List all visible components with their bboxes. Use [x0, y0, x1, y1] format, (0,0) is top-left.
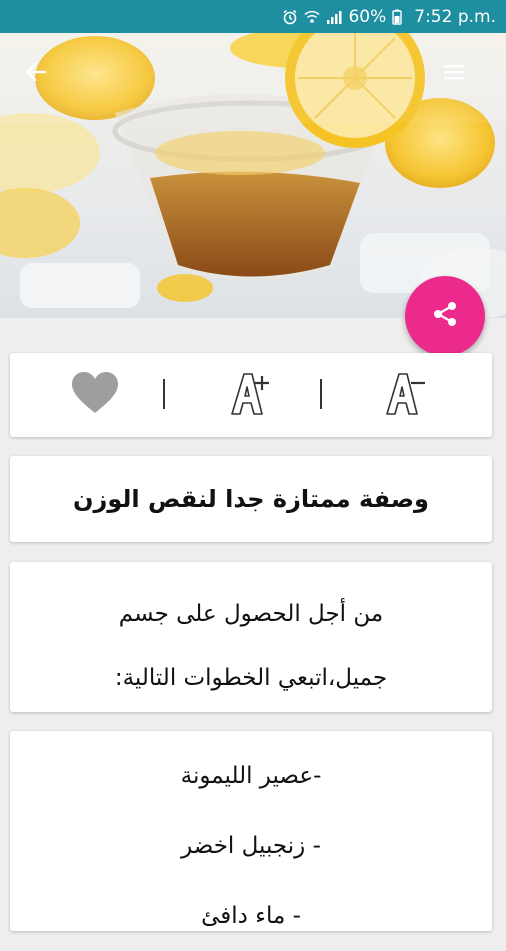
font-increase-button[interactable]: [215, 353, 285, 437]
font-decrease-button[interactable]: [370, 353, 440, 437]
share-icon: [430, 299, 460, 333]
arrow-left-icon: [23, 59, 49, 89]
intro-text-line: جميل،اتبعي الخطوات التالية:: [114, 665, 388, 691]
intro-text-line: من أجل الحصول على جسم: [118, 601, 384, 627]
status-time: 7:52 p.m.: [414, 6, 496, 27]
alarm-icon: [282, 9, 298, 25]
actions-card: [10, 353, 492, 437]
intro-card: من أجل الحصول على جسم جميل،اتبعي الخطوات…: [10, 562, 492, 712]
favorite-button[interactable]: [60, 353, 130, 437]
status-bar: 60% 7:52 p.m.: [0, 0, 506, 33]
heart-icon: [70, 371, 120, 419]
hamburger-menu-icon: [444, 63, 464, 85]
menu-button[interactable]: [438, 58, 470, 90]
signal-icon: [326, 9, 342, 25]
battery-percent: 60%: [348, 6, 387, 27]
title-card: وصفة ممتازة جدا لنقص الوزن: [10, 456, 492, 542]
list-item: -عصير الليمونة: [180, 763, 322, 789]
toolbar-divider: [163, 379, 165, 409]
toolbar-divider: [320, 379, 322, 409]
list-item: - ماء دافئ: [201, 903, 301, 929]
hero-image: [0, 33, 506, 318]
battery-icon: [392, 9, 408, 25]
list-item: - زنجبيل اخضر: [181, 833, 321, 859]
ingredients-card: -عصير الليمونة - زنجبيل اخضر - ماء دافئ: [10, 731, 492, 931]
article-title: وصفة ممتازة جدا لنقص الوزن: [73, 485, 429, 513]
font-decrease-icon: [383, 370, 427, 420]
back-button[interactable]: [20, 58, 52, 90]
share-button[interactable]: [405, 276, 485, 356]
font-increase-icon: [228, 370, 272, 420]
wifi-icon: [304, 9, 320, 25]
